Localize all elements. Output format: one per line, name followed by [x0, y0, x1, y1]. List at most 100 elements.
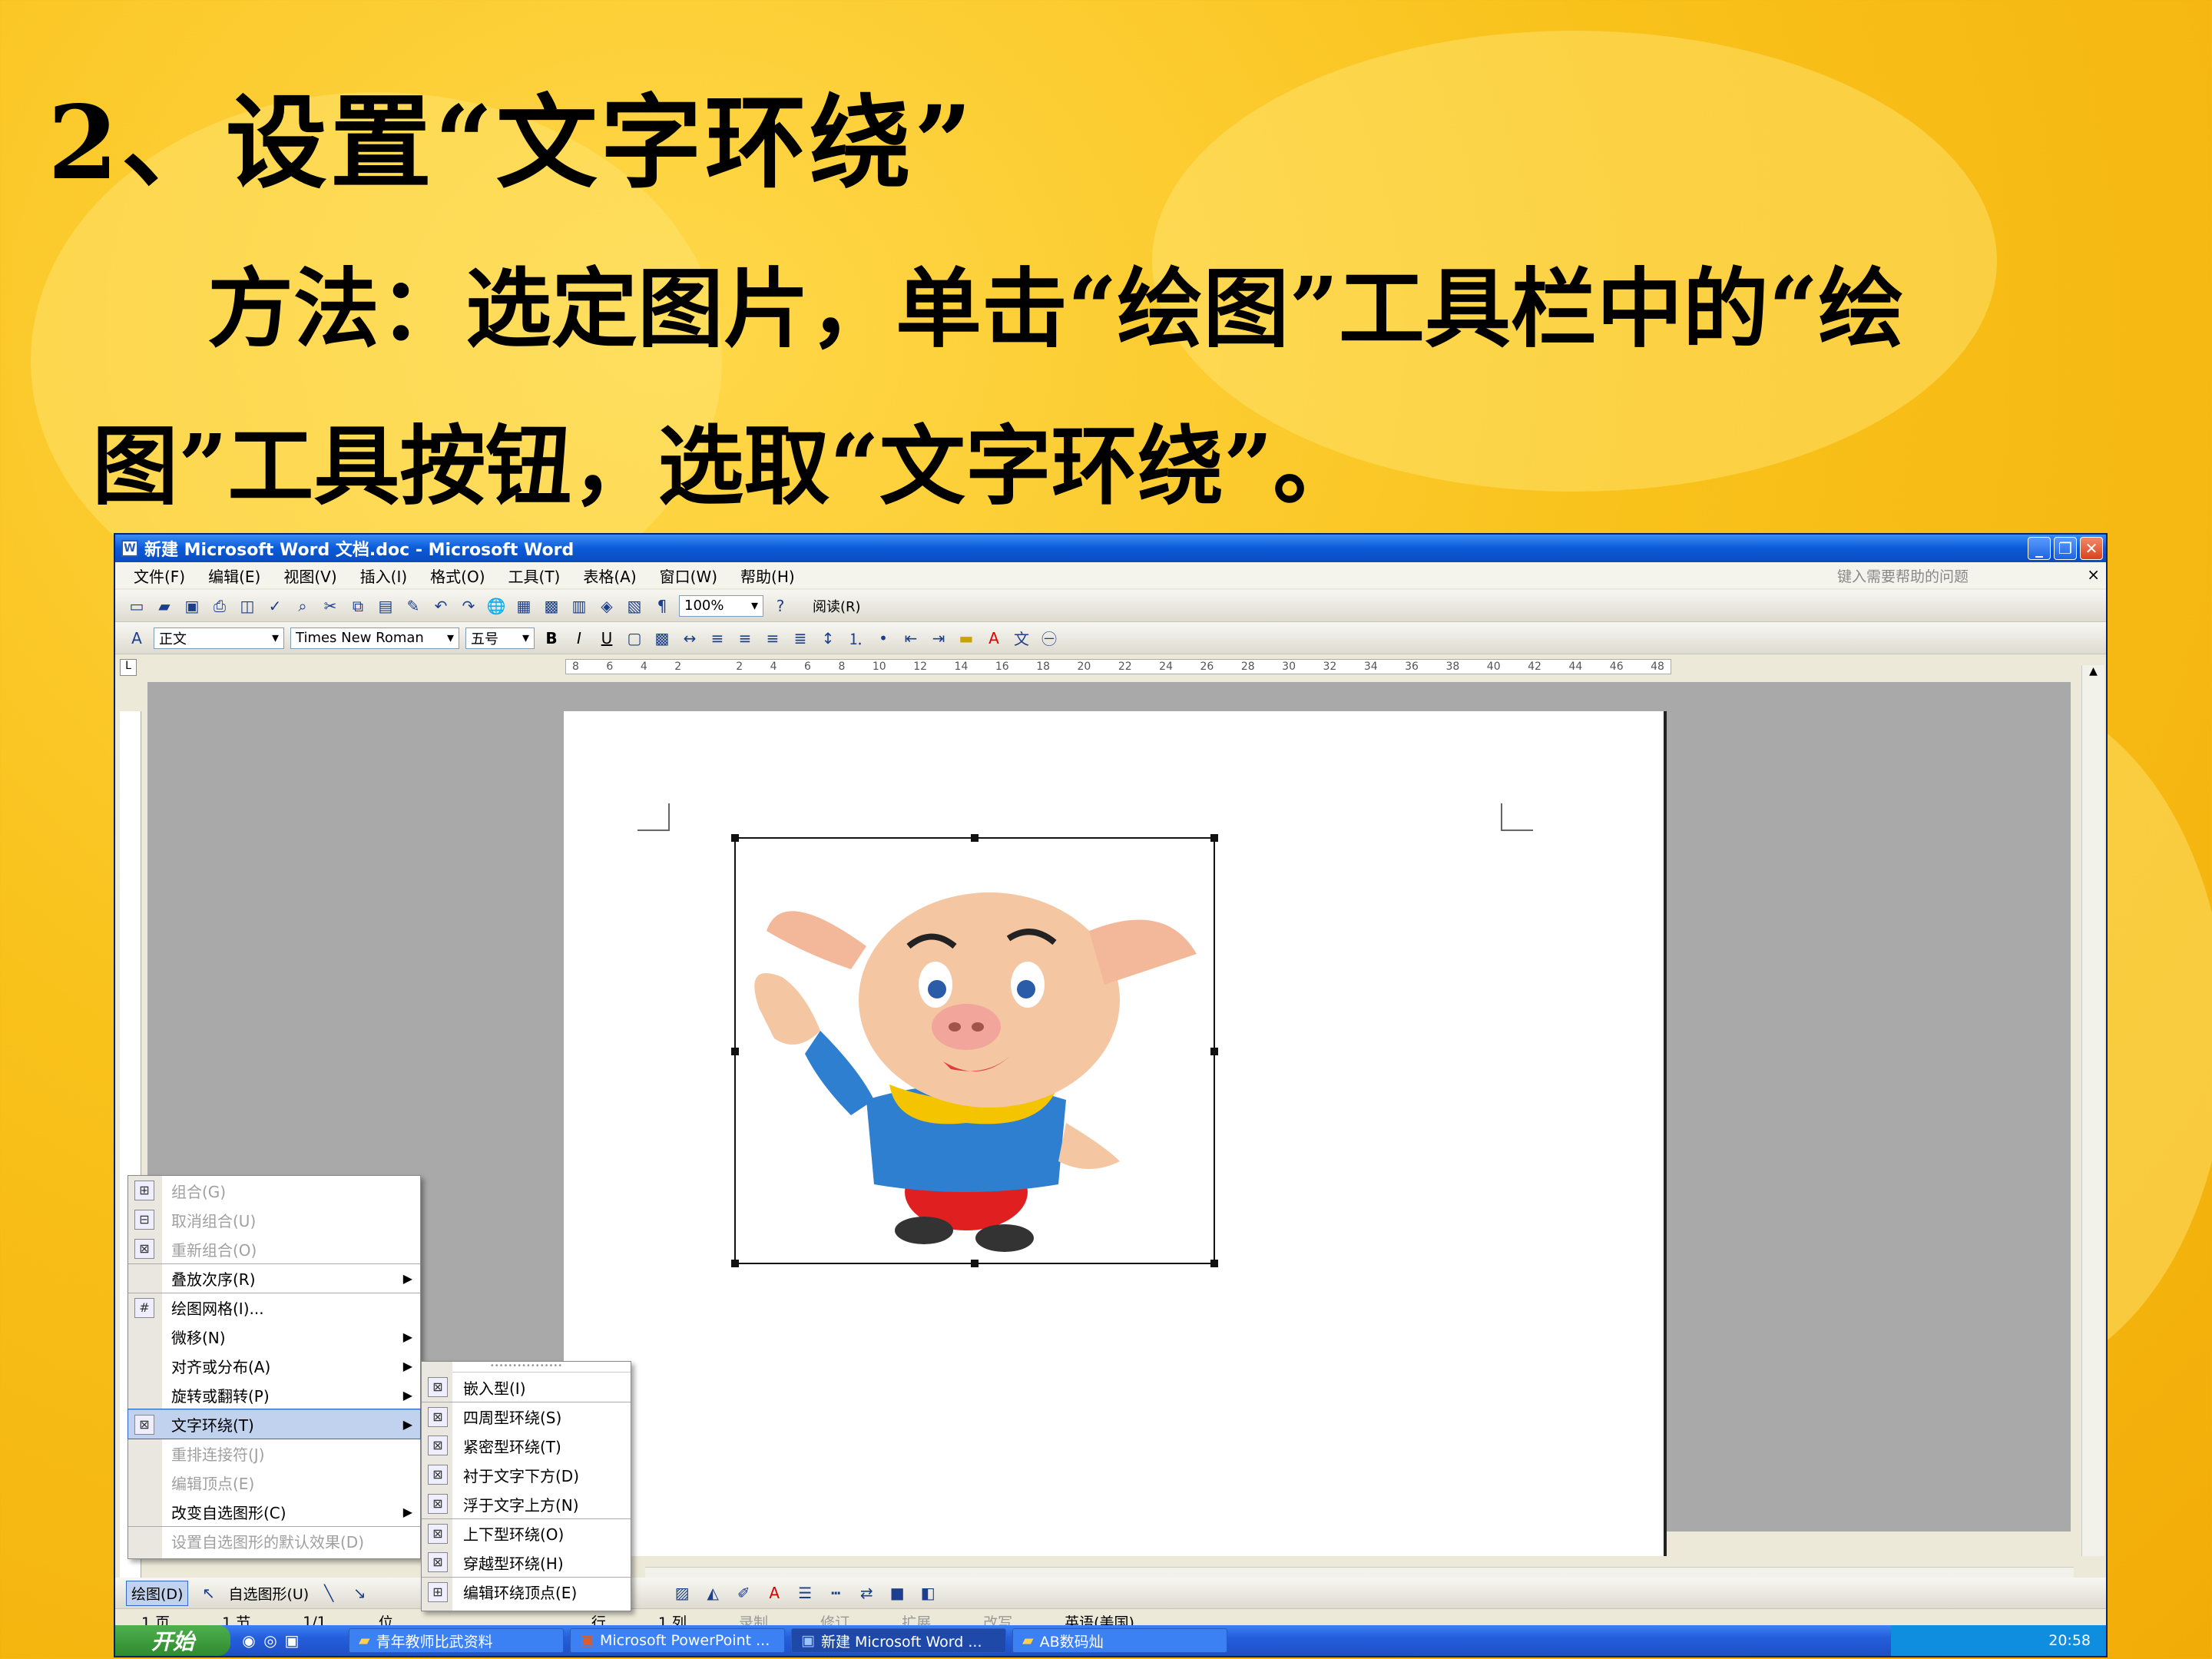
wrap-behind[interactable]: ⊠ 衬于文字下方(D): [422, 1460, 631, 1489]
quicklaunch-icon[interactable]: ◉: [238, 1630, 260, 1651]
resize-handle[interactable]: [971, 1260, 979, 1267]
bold-button[interactable]: B: [541, 628, 562, 649]
resize-handle[interactable]: [1210, 1260, 1218, 1267]
font-size-select[interactable]: 五号 ▾: [465, 627, 535, 649]
show-formatting-icon[interactable]: ¶: [651, 595, 673, 617]
tab-selector[interactable]: L: [120, 659, 137, 676]
paste-icon[interactable]: ▤: [375, 595, 396, 617]
print-icon[interactable]: ⎙: [209, 595, 230, 617]
insert-picture-icon[interactable]: ▨: [671, 1582, 693, 1604]
wrap-through[interactable]: ⊠ 穿越型环绕(H): [422, 1548, 631, 1577]
copy-icon[interactable]: ⧉: [347, 595, 369, 617]
scroll-up-arrow-icon[interactable]: ▲: [2082, 665, 2104, 685]
document-map-icon[interactable]: ▧: [624, 595, 645, 617]
char-shading-icon[interactable]: ▩: [651, 628, 673, 649]
drawing-toggle-icon[interactable]: ◈: [596, 595, 618, 617]
research-icon[interactable]: ⌕: [292, 595, 313, 617]
resize-handle[interactable]: [731, 1048, 739, 1055]
close-button[interactable]: ✕: [2080, 537, 2103, 560]
menu-item-nudge[interactable]: 微移(N) ▶: [128, 1322, 420, 1351]
line-tool-icon[interactable]: ╲: [318, 1582, 339, 1604]
menu-format[interactable]: 格式(O): [430, 565, 485, 587]
menu-item-regroup[interactable]: ⊠ 重新组合(O): [128, 1234, 420, 1263]
redo-icon[interactable]: ↷: [458, 595, 479, 617]
italic-button[interactable]: I: [568, 628, 590, 649]
line-style-icon[interactable]: ☰: [794, 1582, 816, 1604]
bullets-icon[interactable]: •: [873, 628, 894, 649]
font-select[interactable]: Times New Roman ▾: [290, 627, 459, 649]
numbering-icon[interactable]: ⒈: [845, 628, 866, 649]
decrease-indent-icon[interactable]: ⇤: [900, 628, 922, 649]
shadow-style-icon[interactable]: ■: [886, 1582, 908, 1604]
resize-handle[interactable]: [1210, 1048, 1218, 1055]
menu-edit[interactable]: 编辑(E): [208, 565, 260, 587]
vertical-scrollbar[interactable]: ▲: [2081, 665, 2104, 1556]
read-button[interactable]: 阅读(R): [813, 596, 861, 616]
menu-item-order[interactable]: 叠放次序(R) ▶: [128, 1263, 420, 1293]
minimize-button[interactable]: _: [2028, 537, 2051, 560]
selected-picture[interactable]: [731, 834, 1218, 1267]
resize-handle[interactable]: [1210, 834, 1218, 842]
help-icon[interactable]: ?: [770, 595, 791, 617]
underline-button[interactable]: U: [596, 628, 618, 649]
menu-item-text-wrap[interactable]: ⊠ 文字环绕(T) ▶: [127, 1409, 421, 1439]
undo-icon[interactable]: ↶: [430, 595, 452, 617]
align-right-icon[interactable]: ≡: [762, 628, 783, 649]
menu-item-align[interactable]: 对齐或分布(A) ▶: [128, 1351, 420, 1380]
excel-icon[interactable]: ▩: [541, 595, 562, 617]
task-word[interactable]: ▣ 新建 Microsoft Word ...: [791, 1628, 1006, 1653]
styles-pane-icon[interactable]: A: [126, 628, 147, 649]
menu-item-rotate[interactable]: 旋转或翻转(P) ▶: [128, 1380, 420, 1409]
help-search-input[interactable]: 键入需要帮助的问题: [1837, 565, 2068, 585]
menu-insert[interactable]: 插入(I): [360, 565, 408, 587]
spelling-icon[interactable]: ✓: [264, 595, 286, 617]
select-objects-icon[interactable]: ↖: [197, 1582, 219, 1604]
columns-icon[interactable]: ▥: [568, 595, 590, 617]
menu-help[interactable]: 帮助(H): [740, 565, 795, 587]
task-ab[interactable]: ▰ AB数码灿: [1012, 1628, 1227, 1653]
horizontal-ruler[interactable]: L 8 6 4 2 2 4 6 8 10 12 14 16 18 20 22 24 26 28 30 32 34 36 38…: [115, 656, 2106, 679]
highlight-icon[interactable]: ▬: [955, 628, 977, 649]
wrap-edit-points[interactable]: ⊞ 编辑环绕顶点(E): [422, 1577, 631, 1606]
phonetic-guide-icon[interactable]: 文: [1011, 628, 1032, 649]
resize-handle[interactable]: [971, 834, 979, 842]
cut-icon[interactable]: ✂: [320, 595, 341, 617]
clock[interactable]: 20:58: [2048, 1632, 2091, 1649]
submenu-grip[interactable]: ••••••••••••••••: [422, 1362, 631, 1373]
wrap-inline[interactable]: ⊠ 嵌入型(I): [422, 1373, 631, 1402]
menu-window[interactable]: 窗口(W): [660, 565, 717, 587]
menu-item-reroute[interactable]: 重排连接符(J): [128, 1439, 420, 1468]
menu-item-edit-points[interactable]: 编辑顶点(E): [128, 1468, 420, 1497]
menu-file[interactable]: 文件(F): [134, 565, 185, 587]
draw-menu-button[interactable]: 绘图(D): [126, 1580, 189, 1606]
font-color-icon[interactable]: A: [763, 1582, 785, 1604]
menu-item-ungroup[interactable]: ⊟ 取消组合(U): [128, 1205, 420, 1234]
menu-item-grid[interactable]: # 绘图网格(I)...: [128, 1293, 420, 1322]
arrow-tool-icon[interactable]: ↘: [349, 1582, 370, 1604]
wrap-front[interactable]: ⊠ 浮于文字上方(N): [422, 1489, 631, 1518]
line-color-icon[interactable]: ✐: [733, 1582, 754, 1604]
resize-handle[interactable]: [731, 834, 739, 842]
enclose-chars-icon[interactable]: ㊀: [1038, 628, 1060, 649]
menu-tools[interactable]: 工具(T): [508, 565, 561, 587]
zoom-select[interactable]: 100% ▾: [679, 594, 763, 617]
wrap-top-bottom[interactable]: ⊠ 上下型环绕(O): [422, 1518, 631, 1548]
table-icon[interactable]: ▦: [513, 595, 535, 617]
resize-handle[interactable]: [731, 1260, 739, 1267]
align-center-icon[interactable]: ≡: [734, 628, 756, 649]
justify-icon[interactable]: ≣: [790, 628, 811, 649]
line-spacing-icon[interactable]: ↕: [817, 628, 839, 649]
open-folder-icon[interactable]: ▰: [154, 595, 175, 617]
task-powerpoint[interactable]: ▣ Microsoft PowerPoint ...: [570, 1628, 785, 1653]
help-close-icon[interactable]: ×: [2087, 565, 2100, 584]
wrap-square[interactable]: ⊠ 四周型环绕(S): [422, 1402, 631, 1431]
char-scale-icon[interactable]: ↔: [679, 628, 700, 649]
arrow-style-icon[interactable]: ⇄: [856, 1582, 877, 1604]
wrap-tight[interactable]: ⊠ 紧密型环绕(T): [422, 1431, 631, 1460]
font-color-icon[interactable]: A: [983, 628, 1005, 649]
3d-style-icon[interactable]: ◧: [917, 1582, 939, 1604]
dash-style-icon[interactable]: ┅: [825, 1582, 846, 1604]
save-icon[interactable]: ▣: [181, 595, 203, 617]
quicklaunch-icon[interactable]: ◎: [260, 1630, 281, 1651]
quicklaunch-icon[interactable]: ▣: [281, 1630, 303, 1651]
